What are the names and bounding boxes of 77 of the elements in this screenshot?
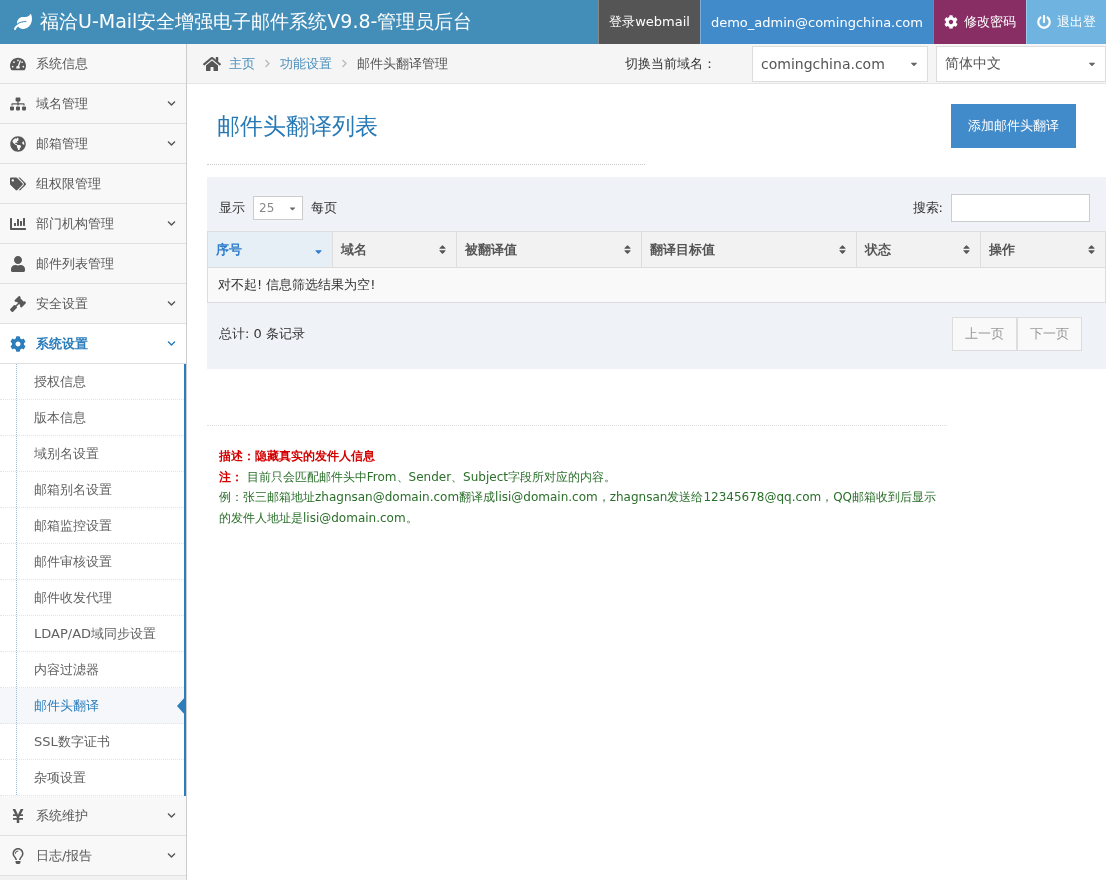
note-text: 注： 目前只会匹配邮件头中From、Sender、Subject字段所对应的内容。	[219, 468, 617, 486]
chevron-icon	[167, 299, 176, 308]
header-button[interactable]: 登录webmail	[598, 0, 700, 44]
note-text: 描述：隐藏真实的发件人信息	[219, 448, 376, 465]
submenu-item[interactable]: 杂项设置	[0, 760, 184, 796]
column-header[interactable]: 域名	[332, 231, 457, 268]
chevron-icon	[167, 851, 176, 860]
globe-icon	[10, 135, 26, 152]
gavel-icon	[10, 295, 26, 312]
dashboard-icon	[10, 55, 26, 72]
leaf-logo-icon	[14, 13, 32, 31]
sort-icon	[622, 244, 633, 255]
language-select[interactable]: 简体中文	[936, 45, 1106, 82]
search-label: 搜索:	[912, 199, 943, 217]
show-label: 显示	[219, 199, 245, 217]
breadcrumb-link[interactable]: 邮件头翻译管理	[357, 54, 448, 73]
sidebar-item[interactable]: 系统维护	[0, 796, 186, 836]
user-icon	[10, 255, 26, 272]
submenu-item[interactable]: SSL数字证书	[0, 724, 184, 760]
chevron-icon	[340, 59, 349, 68]
submenu-item[interactable]: 授权信息	[0, 364, 184, 400]
chevron-icon	[167, 339, 176, 348]
submenu-item[interactable]: 邮件审核设置	[0, 544, 184, 580]
submenu-item[interactable]: 邮箱监控设置	[0, 508, 184, 544]
domain-select[interactable]: comingchina.com	[752, 45, 928, 82]
sidebar-item[interactable]: 系统信息	[0, 44, 186, 84]
chevron-icon	[167, 219, 176, 228]
chevron-icon	[167, 99, 176, 108]
submenu-item[interactable]: LDAP/AD域同步设置	[0, 616, 184, 652]
search-field[interactable]	[951, 194, 1090, 222]
sidebar-item[interactable]: 组权限管理	[0, 164, 186, 204]
sitemap-icon	[10, 95, 26, 112]
tags-icon	[10, 175, 26, 192]
lightbulb-icon	[10, 847, 26, 864]
page-title: 邮件头翻译列表	[217, 111, 378, 141]
app-title: 福洽U-Mail安全增强电子邮件系统V9.8-管理员后台	[40, 9, 473, 34]
submenu-item[interactable]: 邮件收发代理	[0, 580, 184, 616]
bar-chart-icon	[10, 215, 26, 232]
sort-icon	[836, 244, 848, 255]
yen-icon	[10, 807, 26, 824]
column-header[interactable]: 操作	[980, 231, 1106, 268]
header-button[interactable]: 修改密码	[933, 0, 1026, 44]
empty-message: 对不起! 信息筛选结果为空!	[207, 267, 1106, 303]
breadcrumb-link[interactable]: 主页	[229, 54, 255, 73]
sort-icon	[437, 244, 449, 255]
note-text: 例：张三邮箱地址zhagnsan@domain.com翻译成lisi@domain.com，zhagnsan发送给12345678@qq.com，QQ邮箱收到后显示的发件人地址是lisi@domain.com。	[219, 489, 938, 527]
header-button[interactable]: demo_admin@comingchina.com	[699, 0, 933, 44]
sidebar-item[interactable]: 系统设置	[0, 324, 186, 364]
settings-icon	[10, 335, 26, 352]
home-icon	[203, 54, 221, 73]
submenu-item[interactable]: 邮箱别名设置	[0, 472, 184, 508]
chevron-icon	[167, 139, 176, 148]
column-header[interactable]: 序号	[207, 231, 333, 268]
sidebar-item[interactable]: 邮箱管理	[0, 124, 186, 164]
submenu-item[interactable]: 邮件头翻译	[0, 688, 184, 724]
settings-icon	[944, 15, 958, 29]
add-button[interactable]: 添加邮件头翻译	[951, 104, 1076, 148]
sidebar-item[interactable]: 邮件列表管理	[0, 244, 186, 284]
domain-switch-label: 切换当前域名：	[625, 54, 716, 73]
column-header[interactable]: 被翻译值	[456, 231, 642, 268]
submenu-item[interactable]: 内容过滤器	[0, 652, 184, 688]
column-header[interactable]: 翻译目标值	[641, 231, 857, 268]
sort-icon	[1086, 244, 1097, 255]
chevron-icon	[263, 59, 272, 68]
page-size-select[interactable]: 25	[253, 196, 303, 220]
sidebar-item[interactable]: 域名管理	[0, 84, 186, 124]
sort-icon	[961, 244, 973, 255]
submenu-item[interactable]: 域别名设置	[0, 436, 184, 472]
total-count: 总计: 0 条记录	[219, 325, 305, 343]
power-icon	[1037, 15, 1051, 29]
sidebar-item[interactable]: 安全设置	[0, 284, 186, 324]
sidebar-item[interactable]: 日志/报告	[0, 836, 186, 876]
sidebar-item[interactable]: 部门机构管理	[0, 204, 186, 244]
chevron-icon	[167, 811, 176, 820]
submenu-item[interactable]: 版本信息	[0, 400, 184, 436]
per-page-label: 每页	[311, 199, 337, 217]
column-header[interactable]: 状态	[856, 231, 981, 268]
